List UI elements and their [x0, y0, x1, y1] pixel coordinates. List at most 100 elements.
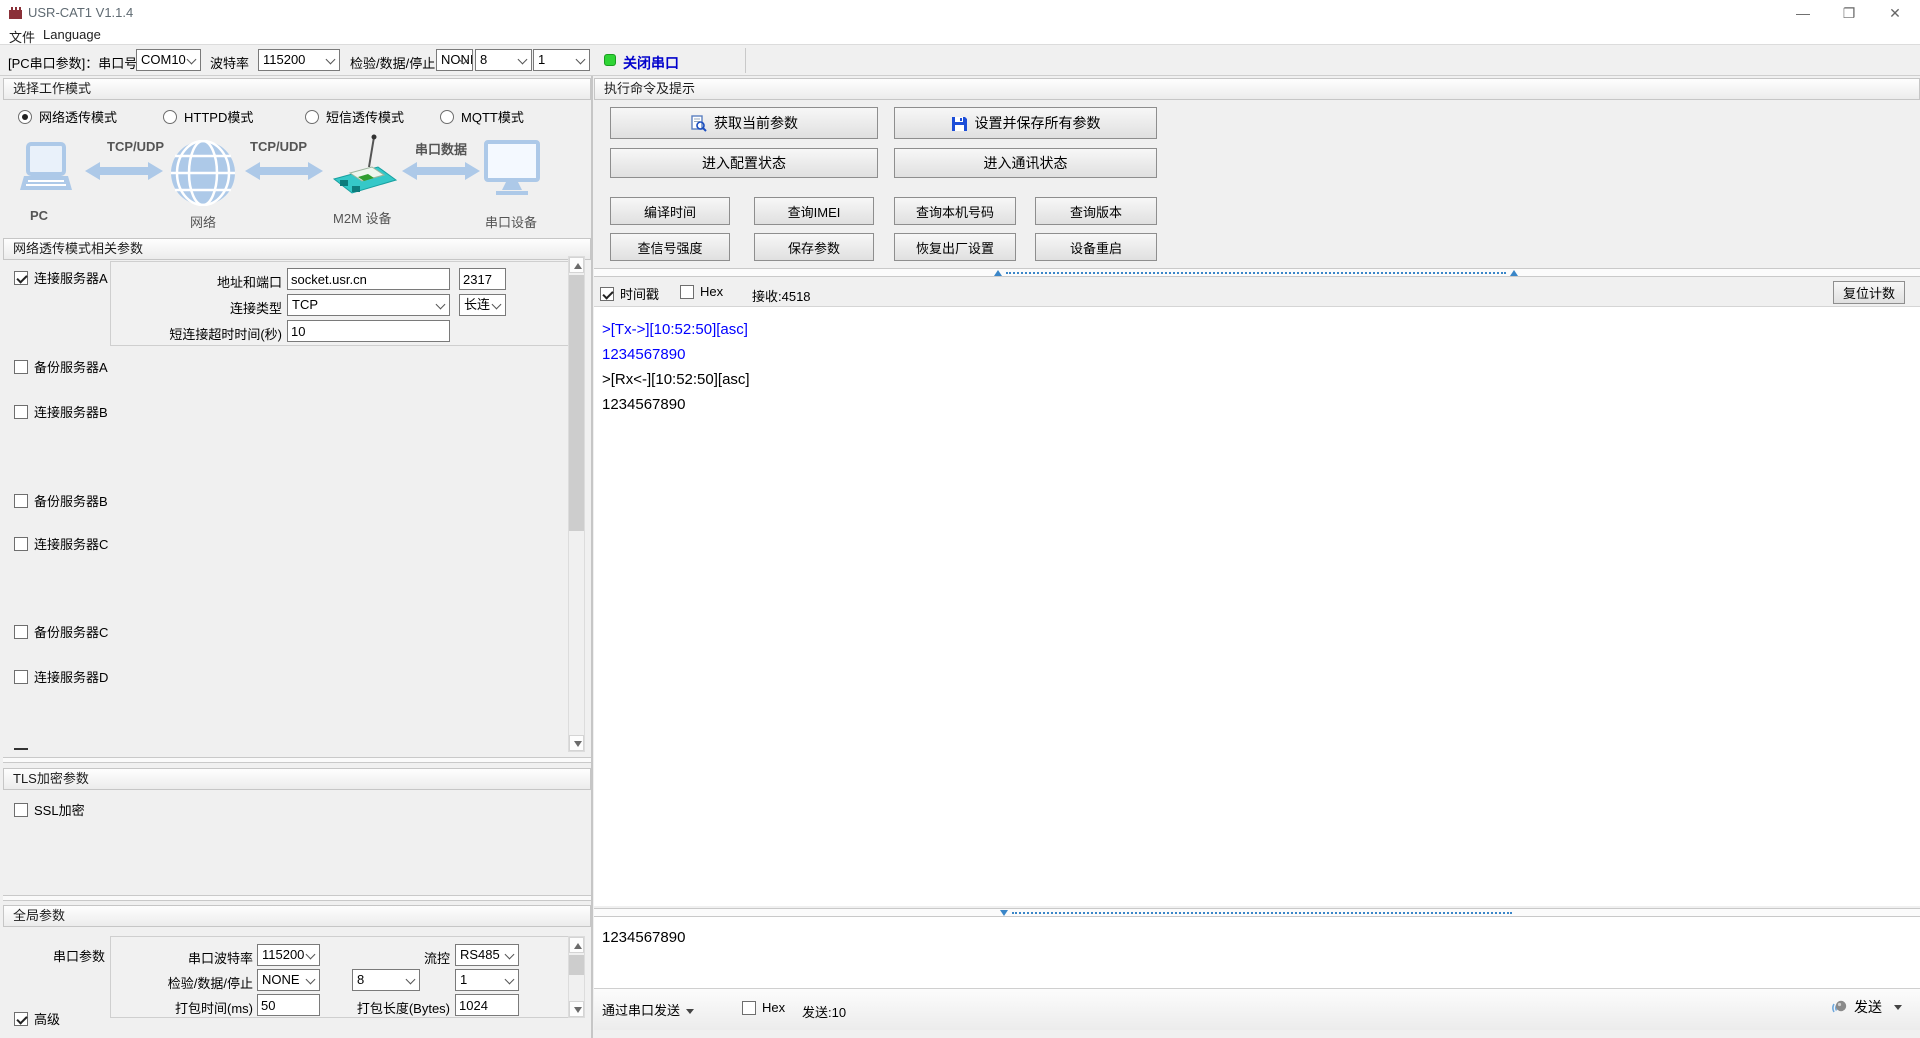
radio-httpd-mode[interactable]: HTTPD模式	[163, 107, 253, 126]
databits-select[interactable]: 8	[475, 49, 532, 71]
g-stopbits-select[interactable]: 1	[455, 969, 519, 991]
scrollbar-thumb[interactable]	[569, 275, 584, 531]
checkbox-connect-server-a[interactable]: 连接服务器A	[14, 268, 108, 287]
radio-dot-icon	[18, 110, 32, 124]
restore-button[interactable]: ❐	[1826, 0, 1872, 26]
parity-select[interactable]: NONI	[436, 49, 473, 71]
sent-count: 发送:10	[802, 1002, 846, 1021]
flow-label: 流控	[395, 948, 450, 967]
close-button[interactable]: ✕	[1872, 0, 1918, 26]
app-icon	[8, 5, 23, 20]
title-bar: USR-CAT1 V1.1.4 — ❐ ✕	[0, 0, 1920, 24]
send-button[interactable]: 发送	[1830, 997, 1902, 1017]
compile-time-button[interactable]: 编译时间	[610, 197, 730, 225]
scroll-up-icon[interactable]	[569, 257, 584, 273]
device-restart-button[interactable]: 设备重启	[1035, 233, 1157, 261]
commands-header: 执行命令及提示	[594, 78, 1920, 100]
chevron-down-icon	[306, 950, 316, 960]
keepalive-select[interactable]: 长连	[459, 294, 506, 316]
checkbox-timestamp[interactable]: 时间戳	[600, 284, 659, 303]
send-input-area[interactable]: 1234567890	[594, 917, 1920, 988]
query-local-number-button[interactable]: 查询本机号码	[894, 197, 1016, 225]
server-port-input[interactable]	[459, 268, 506, 290]
radio-sms-mode[interactable]: 短信透传模式	[305, 107, 404, 126]
node-label-m2m: M2M 设备	[333, 208, 392, 227]
log-line: >[Rx<-][10:52:50][asc]	[602, 367, 1912, 392]
global-params-header: 全局参数	[3, 905, 591, 927]
get-params-button[interactable]: 获取当前参数	[610, 107, 878, 139]
send-via-dropdown[interactable]: 通过串口发送	[602, 1000, 694, 1019]
send-splitter[interactable]	[594, 908, 1920, 917]
checkbox-connect-server-b[interactable]: 连接服务器B	[14, 402, 108, 421]
server-address-input[interactable]	[287, 268, 450, 290]
port-status-indicator	[604, 54, 616, 66]
menu-file[interactable]: 文件	[9, 27, 35, 46]
checkbox-send-hex[interactable]: Hex	[742, 1000, 785, 1015]
scroll-up-icon[interactable]	[569, 937, 584, 953]
net-params-header: 网络透传模式相关参数	[3, 238, 591, 260]
checkbox-backup-server-a[interactable]: 备份服务器A	[14, 357, 108, 376]
checkbox-connect-server-d[interactable]: 连接服务器D	[14, 667, 108, 686]
receive-log[interactable]: >[Tx->][10:52:50][asc] 1234567890 >[Rx<-…	[594, 306, 1920, 906]
chevron-down-icon	[492, 300, 502, 310]
node-label-serial-device: 串口设备	[485, 212, 537, 231]
com-port-select[interactable]: COM10	[136, 49, 201, 71]
global-panel-scrollbar[interactable]	[568, 936, 585, 1018]
packtime-input[interactable]	[257, 994, 320, 1016]
enter-comm-button[interactable]: 进入通讯状态	[894, 148, 1157, 178]
checkbox-backup-server-b[interactable]: 备份服务器B	[14, 491, 108, 510]
minimize-button[interactable]: —	[1780, 0, 1826, 26]
packtime-label: 打包时间(ms)	[150, 998, 253, 1017]
timeout-input[interactable]	[287, 320, 450, 342]
flow-select[interactable]: RS485	[455, 944, 519, 966]
log-line: >[Tx->][10:52:50][asc]	[602, 317, 1912, 342]
checkbox-icon	[680, 285, 694, 299]
set-save-params-button[interactable]: 设置并保存所有参数	[894, 107, 1157, 139]
save-params-button[interactable]: 保存参数	[754, 233, 874, 261]
checkbox-connect-server-c[interactable]: 连接服务器C	[14, 534, 108, 553]
chevron-down-icon	[187, 55, 197, 65]
panel-divider[interactable]	[591, 76, 593, 1038]
conn-type-select[interactable]: TCP	[287, 294, 450, 316]
radio-dot-icon	[163, 110, 177, 124]
checkbox-ssl[interactable]: SSL加密	[14, 800, 85, 819]
node-label-network: 网络	[190, 212, 216, 231]
log-line: 1234567890	[602, 392, 1912, 417]
reset-counter-button[interactable]: 复位计数	[1833, 281, 1905, 304]
radio-mqtt-mode[interactable]: MQTT模式	[440, 107, 524, 126]
g-parity-label: 检验/数据/停止	[150, 973, 253, 992]
toolbar-separator	[745, 48, 746, 73]
left-panel-scrollbar[interactable]	[568, 256, 585, 752]
stopbits-select[interactable]: 1	[533, 49, 590, 71]
section-splitter[interactable]	[3, 757, 591, 763]
enter-config-button[interactable]: 进入配置状态	[610, 148, 878, 178]
g-databits-select[interactable]: 8	[352, 969, 420, 991]
query-signal-button[interactable]: 查信号强度	[610, 233, 730, 261]
query-version-button[interactable]: 查询版本	[1035, 197, 1157, 225]
scroll-down-icon[interactable]	[569, 735, 584, 751]
factory-reset-button[interactable]: 恢复出厂设置	[894, 233, 1016, 261]
query-imei-button[interactable]: 查询IMEI	[754, 197, 874, 225]
g-baud-label: 串口波特率	[150, 948, 253, 967]
menu-bar: 文件 Language	[0, 24, 1920, 45]
double-arrow-icon	[85, 160, 163, 182]
scrollbar-thumb[interactable]	[569, 955, 584, 975]
g-baud-select[interactable]: 115200	[257, 944, 320, 966]
radio-dot-icon	[440, 110, 454, 124]
close-port-button[interactable]: 关闭串口	[623, 53, 679, 73]
packlen-input[interactable]	[455, 994, 519, 1016]
chevron-down-icon	[406, 975, 416, 985]
checkbox-recv-hex[interactable]: Hex	[680, 284, 723, 299]
radio-net-transparent-mode[interactable]: 网络透传模式	[18, 107, 117, 126]
g-parity-select[interactable]: NONE	[257, 969, 320, 991]
log-splitter[interactable]	[594, 268, 1920, 277]
checkbox-backup-server-c[interactable]: 备份服务器C	[14, 622, 108, 641]
checkbox-icon	[14, 405, 28, 419]
baud-select[interactable]: 115200	[258, 49, 340, 71]
menu-language[interactable]: Language	[43, 27, 101, 42]
checkbox-icon	[14, 494, 28, 508]
section-splitter[interactable]	[3, 895, 591, 901]
scroll-down-icon[interactable]	[569, 1001, 584, 1017]
checkbox-advanced[interactable]: 高级	[14, 1009, 60, 1028]
packlen-label: 打包长度(Bytes)	[340, 998, 450, 1017]
